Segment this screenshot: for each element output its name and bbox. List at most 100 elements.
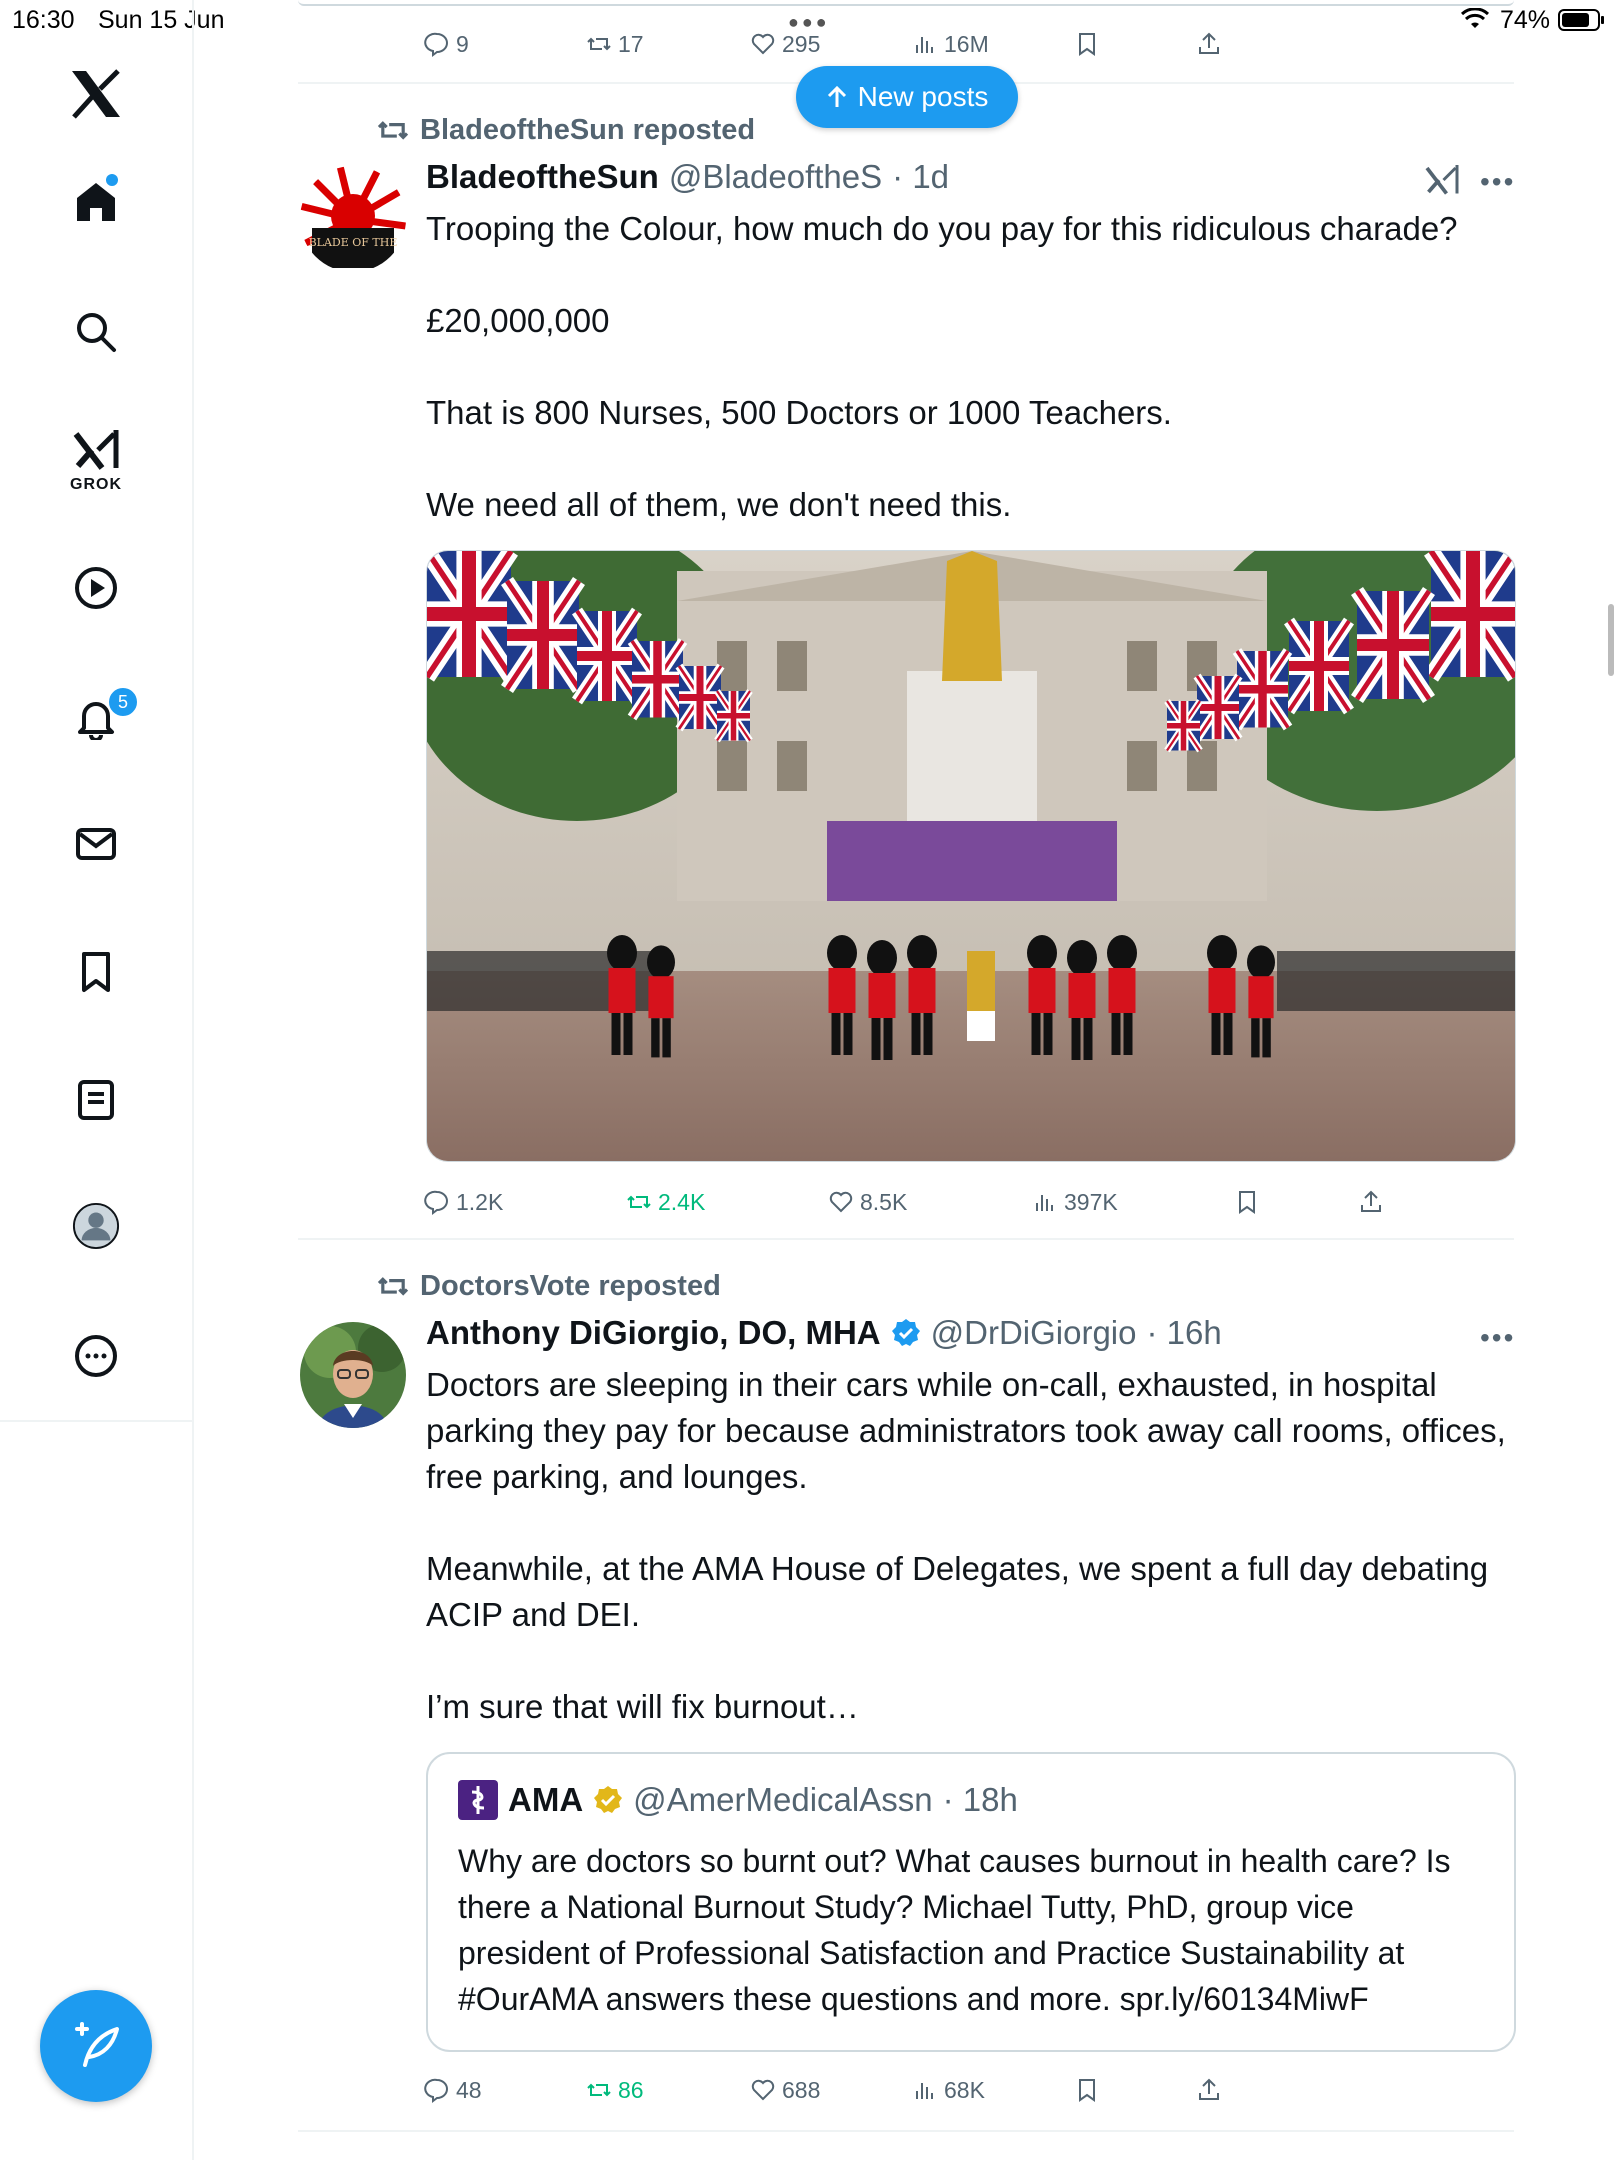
- lists-icon[interactable]: [72, 1076, 120, 1124]
- reply-icon: [424, 2078, 448, 2103]
- profile-avatar-icon[interactable]: [72, 1202, 120, 1250]
- views-count: 397K: [1064, 1188, 1118, 1215]
- quoted-post-time: · 18h: [942, 1781, 1018, 1818]
- messages-envelope-icon[interactable]: [72, 820, 120, 868]
- quoted-post-text: Why are doctors so burnt out? What cause…: [458, 1843, 1451, 2017]
- share-icon: [1199, 2078, 1219, 2100]
- share-icon: [1199, 32, 1219, 54]
- reply-button[interactable]: 9: [424, 26, 469, 62]
- bookmark-button[interactable]: [1074, 26, 1100, 62]
- bookmark-button[interactable]: [1074, 2072, 1100, 2108]
- post-header: BladeoftheSun @BladeoftheS · 1d: [426, 158, 949, 196]
- bookmark-button[interactable]: [1234, 1184, 1260, 1220]
- post-actions: 48 86 688 68K: [424, 2072, 1524, 2108]
- views-count: 68K: [944, 2076, 985, 2103]
- repost-attribution[interactable]: BladeoftheSun reposted: [376, 114, 755, 147]
- ama-logo-icon: [458, 1780, 498, 1820]
- compose-post-button[interactable]: [40, 1990, 152, 2102]
- like-button[interactable]: 688: [750, 2072, 820, 2108]
- bookmark-icon: [1079, 2079, 1095, 2102]
- post-more-options[interactable]: •••: [1480, 166, 1515, 198]
- author-handle[interactable]: @DrDiGiorgio: [931, 1314, 1137, 1352]
- heart-icon: [829, 1191, 853, 1213]
- author-name[interactable]: BladeoftheSun: [426, 158, 659, 196]
- repost-icon: [627, 1195, 651, 1209]
- like-button[interactable]: 295: [750, 26, 820, 62]
- post-time[interactable]: · 16h: [1147, 1314, 1222, 1352]
- reply-icon: [424, 32, 448, 57]
- sidebar: GROK 5: [0, 0, 194, 2160]
- like-count: 8.5K: [860, 1188, 908, 1215]
- repost-button[interactable]: 2.4K: [626, 1184, 705, 1220]
- previous-post-card-edge: [298, 0, 1514, 6]
- views-button[interactable]: 16M: [912, 26, 989, 62]
- views-chart-icon: [916, 2083, 933, 2099]
- repost-icon: [377, 120, 409, 140]
- like-button[interactable]: 8.5K: [828, 1184, 907, 1220]
- share-button[interactable]: [1196, 2072, 1222, 2108]
- reply-count: 9: [456, 30, 469, 57]
- reply-count: 1.2K: [456, 1188, 504, 1215]
- post-actions: 1.2K 2.4K 8.5K 397K: [424, 1184, 1524, 1220]
- battery-icon: [1558, 8, 1606, 39]
- home-notification-dot: [106, 174, 118, 186]
- author-avatar[interactable]: [300, 1322, 406, 1428]
- post-paragraph: Doctors are sleeping in their cars while…: [426, 1366, 1506, 1495]
- avatar-text: BLADE OF THE: [309, 236, 398, 249]
- views-chart-icon: [1036, 1195, 1053, 1211]
- repost-attribution-label: DoctorsVote reposted: [420, 1270, 721, 1302]
- views-button[interactable]: 68K: [912, 2072, 985, 2108]
- post-text: Doctors are sleeping in their cars while…: [426, 1362, 1506, 1730]
- more-options-icon[interactable]: [72, 1332, 120, 1380]
- post-time[interactable]: · 1d: [892, 158, 949, 196]
- repost-count: 17: [618, 30, 644, 57]
- new-posts-button[interactable]: New posts: [796, 66, 1018, 128]
- share-button[interactable]: [1196, 26, 1222, 62]
- repost-attribution[interactable]: DoctorsVote reposted: [376, 1270, 721, 1303]
- compose-feather-icon: [75, 2022, 119, 2067]
- heart-icon: [751, 2079, 775, 2101]
- grok-label: GROK: [70, 476, 122, 493]
- reply-button[interactable]: 48: [424, 2072, 482, 2108]
- repost-count: 2.4K: [658, 1188, 706, 1215]
- like-count: 688: [782, 2076, 821, 2103]
- repost-count: 86: [618, 2076, 644, 2103]
- like-count: 295: [782, 30, 821, 57]
- repost-button[interactable]: 86: [586, 2072, 644, 2108]
- share-icon: [1361, 1190, 1381, 1212]
- grok-icon[interactable]: [72, 426, 120, 474]
- post-divider: [298, 1238, 1514, 1240]
- views-button[interactable]: 397K: [1032, 1184, 1118, 1220]
- search-icon[interactable]: [72, 308, 120, 356]
- post-image[interactable]: [426, 550, 1516, 1162]
- repost-icon: [377, 1276, 409, 1296]
- new-posts-label: New posts: [857, 81, 989, 112]
- sidebar-divider: [0, 1420, 192, 1422]
- author-name[interactable]: Anthony DiGiorgio, DO, MHA: [426, 1314, 881, 1352]
- quoted-author-name: AMA: [508, 1781, 584, 1818]
- video-play-icon[interactable]: [72, 564, 120, 612]
- views-chart-icon: [916, 37, 933, 53]
- reply-count: 48: [456, 2076, 482, 2103]
- quoted-post-card[interactable]: AMA @AmerMedicalAssn · 18h Why are docto…: [426, 1752, 1516, 2052]
- post-paragraph: £20,000,000: [426, 302, 610, 339]
- post-divider: [298, 2130, 1514, 2132]
- scrollbar[interactable]: [1608, 604, 1614, 676]
- author-avatar[interactable]: BLADE OF THE: [300, 166, 406, 272]
- x-logo-icon[interactable]: [68, 66, 124, 122]
- reply-icon: [424, 1190, 448, 1215]
- repost-icon: [587, 2083, 611, 2097]
- verified-badge-icon: [891, 1319, 920, 1346]
- grok-analyze-icon[interactable]: [1424, 162, 1460, 203]
- repost-icon: [587, 37, 611, 51]
- top-post-actions: 9 17 295 16M: [424, 26, 1524, 62]
- share-button[interactable]: [1358, 1184, 1384, 1220]
- post-paragraph: That is 800 Nurses, 500 Doctors or 1000 …: [426, 394, 1172, 431]
- repost-button[interactable]: 17: [586, 26, 644, 62]
- post-more-options[interactable]: •••: [1480, 1322, 1515, 1354]
- reply-button[interactable]: 1.2K: [424, 1184, 503, 1220]
- quoted-author-handle: @AmerMedicalAssn: [633, 1781, 933, 1818]
- author-handle[interactable]: @BladeoftheS: [669, 158, 882, 196]
- bookmark-icon: [1239, 1191, 1255, 1214]
- bookmarks-icon[interactable]: [72, 948, 120, 996]
